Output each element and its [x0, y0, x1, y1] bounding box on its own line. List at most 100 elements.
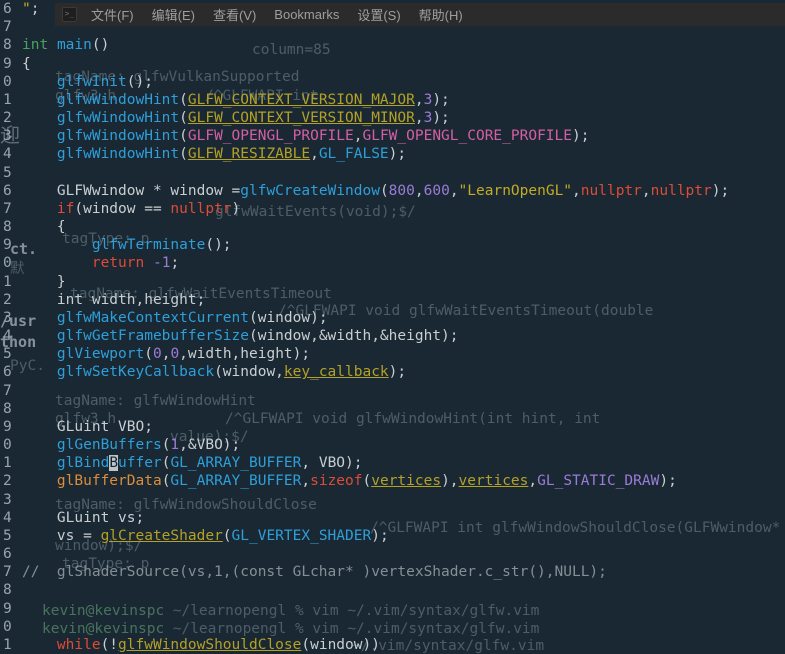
- code-line[interactable]: 6: [0, 545, 785, 563]
- code-line[interactable]: 9: [0, 600, 785, 618]
- code-line[interactable]: 9 GLuint VBO;: [0, 418, 785, 436]
- code-token: nullptr: [170, 200, 232, 217]
- code-text: {: [22, 219, 66, 235]
- code-line[interactable]: 7 // glShaderSource(vs,1,(const GLchar* )…: [0, 563, 785, 581]
- code-line[interactable]: 9{: [0, 55, 785, 73]
- code-line[interactable]: 2 glBufferData(GL_ARRAY_BUFFER,sizeof(ve…: [0, 472, 785, 490]
- code-line[interactable]: 5 vs = glCreateShader(GL_VERTEX_SHADER);: [0, 527, 785, 545]
- menubar: >_ 文件(F) 编辑(E) 查看(V) Bookmarks 设置(S) 帮助(…: [55, 3, 785, 26]
- code-token: glBind: [56, 455, 110, 472]
- code-token: ();: [205, 237, 232, 254]
- code-token: 600: [423, 182, 450, 199]
- code-line[interactable]: 4 glfwWindowHint(GLFW_RESIZABLE,GL_FALSE…: [0, 145, 785, 163]
- code-line[interactable]: 3: [0, 491, 785, 509]
- code-text: ";: [22, 1, 39, 17]
- line-number: 9: [3, 418, 12, 435]
- menu-item-settings[interactable]: 设置(S): [348, 5, 409, 24]
- line-number: 7: [3, 19, 12, 36]
- code-line[interactable]: 0: [0, 618, 785, 636]
- terminal-icon: >_: [62, 7, 77, 22]
- line-number: 9: [3, 600, 12, 617]
- code-token: glfwInit: [56, 73, 127, 90]
- code-text: glBindBuffer(GL_ARRAY_BUFFER, VBO);: [22, 455, 363, 472]
- code-token: sizeof: [310, 473, 363, 490]
- menu-item-view[interactable]: 查看(V): [204, 5, 265, 24]
- code-token: GLFW_CONTEXT_VERSION_MAJOR: [187, 91, 415, 108]
- code-token: GLFW_RESIZABLE: [187, 146, 311, 163]
- code-line[interactable]: 0 glfwInit();: [0, 73, 785, 91]
- line-number: 6: [3, 182, 12, 199]
- code-token: );: [572, 128, 590, 145]
- menu-item-file[interactable]: 文件(F): [82, 5, 143, 24]
- code-line[interactable]: 3 glfwWindowHint(GLFW_OPENGL_PROFILE,GLF…: [0, 127, 785, 145]
- code-line[interactable]: 1 while(!glfwWindowShouldClose(window)): [0, 636, 785, 654]
- code-token: ,: [301, 473, 311, 490]
- code-line[interactable]: 7: [0, 382, 785, 400]
- code-token: }: [22, 273, 66, 290]
- code-token: ,&VBO);: [179, 437, 241, 453]
- code-token: ();: [126, 73, 153, 90]
- code-token: int width,height;: [22, 291, 206, 308]
- code-text: {: [22, 56, 31, 72]
- code-token: );: [659, 473, 677, 490]
- code-token: "LearnOpenGL": [458, 182, 573, 199]
- code-line[interactable]: 2 glfwWindowHint(GLFW_CONTEXT_VERSION_MI…: [0, 109, 785, 127]
- code-line[interactable]: 6 glfwSetKeyCallback(window,key_callback…: [0, 363, 785, 381]
- code-token: GLFW_OPENGL_PROFILE: [187, 128, 354, 145]
- code-line[interactable]: 3 glfwMakeContextCurrent(window);: [0, 309, 785, 327]
- code-line[interactable]: 4 GLuint vs;: [0, 509, 785, 527]
- code-line[interactable]: 8 int main(): [0, 36, 785, 54]
- menu-item-bookmarks[interactable]: Bookmarks: [265, 7, 348, 22]
- code-token: glViewport: [56, 346, 145, 363]
- code-line[interactable]: 8: [0, 400, 785, 418]
- code-line[interactable]: 7 if(window == nullptr): [0, 200, 785, 218]
- code-line[interactable]: 4 glfwGetFramebufferSize(window,&width,&…: [0, 327, 785, 345]
- code-line[interactable]: 8 {: [0, 218, 785, 236]
- code-text: glGenBuffers(1,&VBO);: [22, 437, 240, 453]
- line-number: 6: [3, 364, 12, 381]
- code-token: ,: [414, 110, 424, 126]
- code-line[interactable]: 0 glGenBuffers(1,&VBO);: [0, 436, 785, 454]
- code-token: -1: [152, 255, 171, 272]
- code-token: (: [222, 527, 232, 544]
- code-token: glfwMakeContextCurrent: [56, 309, 249, 326]
- code-line[interactable]: 0 return -1;: [0, 254, 785, 272]
- code-text: GLuint vs;: [22, 510, 144, 526]
- code-line[interactable]: 5: [0, 164, 785, 182]
- code-token: glfwWindowHint: [56, 146, 180, 163]
- code-token: (): [91, 37, 110, 54]
- code-token: GL_FALSE: [318, 146, 389, 163]
- code-line[interactable]: 9 glfwTerminate();: [0, 236, 785, 254]
- menu-item-help[interactable]: 帮助(H): [410, 5, 472, 24]
- code-line[interactable]: 5 glViewport(0,0,width,height);: [0, 345, 785, 363]
- code-area[interactable]: 6 "; 7 8 int main() 9{0 glfwInit(); 1 glfwWind…: [0, 0, 785, 654]
- code-text: glfwInit();: [22, 74, 153, 90]
- code-token: ,: [414, 91, 424, 108]
- code-line[interactable]: 8: [0, 581, 785, 599]
- code-line[interactable]: 2 int width,height;: [0, 291, 785, 309]
- code-token: glfwWindowHint: [56, 91, 180, 108]
- code-line[interactable]: 1 glfwWindowHint(GLFW_CONTEXT_VERSION_MA…: [0, 91, 785, 109]
- line-number: 0: [3, 255, 12, 272]
- terminal-screen: column=85 tagName: glfwVulkanSupported glf…: [0, 0, 785, 654]
- line-number: 6: [3, 546, 12, 562]
- line-number: 1: [3, 455, 12, 472]
- code-line[interactable]: 6 GLFWwindow * window =glfwCreateWindow(…: [0, 182, 785, 200]
- code-token: ),: [441, 473, 459, 490]
- menu-item-edit[interactable]: 编辑(E): [143, 5, 204, 24]
- code-token: );: [388, 146, 407, 163]
- code-line[interactable]: 1 }: [0, 273, 785, 291]
- code-token: GL_ARRAY_BUFFER: [170, 473, 302, 490]
- code-token: ): [231, 200, 241, 217]
- code-token: ,: [414, 182, 424, 199]
- code-line[interactable]: 1 glBindBuffer(GL_ARRAY_BUFFER, VBO);: [0, 454, 785, 472]
